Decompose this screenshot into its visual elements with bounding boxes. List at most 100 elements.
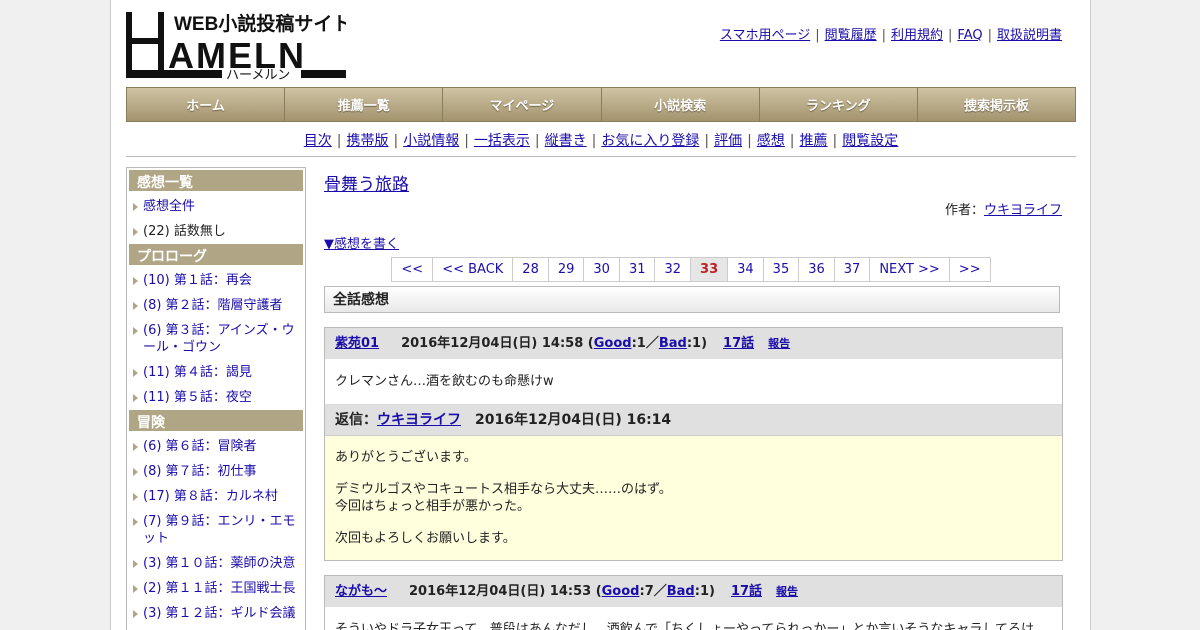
page-link[interactable]: 36: [798, 257, 835, 282]
report-link[interactable]: 報告: [776, 585, 798, 598]
link-separator: |: [393, 133, 399, 149]
sidebar-item-link[interactable]: 感想全件: [143, 199, 195, 214]
sidebar-item-link[interactable]: (6) 第３話：アインズ・ウール・ゴウン: [143, 323, 295, 355]
link-separator: |: [789, 133, 795, 149]
gnav-item[interactable]: 捜索掲示板: [917, 88, 1076, 121]
episode-link[interactable]: 17話: [731, 584, 762, 599]
page-link[interactable]: 32: [654, 257, 692, 282]
bad-link[interactable]: Bad: [659, 336, 687, 351]
gnav-item[interactable]: 小説検索: [601, 88, 760, 121]
comment: 紫苑01 2016年12月04日(日) 14:58 (Good:1／Bad:1) 1…: [324, 327, 1063, 561]
sidebar-heading: プロローグ: [129, 244, 303, 265]
page-link[interactable]: 28: [512, 257, 549, 282]
gnav-item[interactable]: 推薦一覧: [285, 88, 444, 121]
top-link[interactable]: 閲覧履歴: [825, 28, 877, 43]
top-link[interactable]: 利用規約: [891, 28, 943, 43]
subnav-link[interactable]: 縦書き: [545, 133, 587, 149]
comment-header: ながも～ 2016年12月04日(日) 14:53 (Good:7／Bad:1) 1…: [325, 576, 1062, 607]
sidebar-item[interactable]: (2) 第１１話：王国戦士長: [129, 576, 303, 601]
svg-text:ハーメルン: ハーメルン: [226, 67, 290, 80]
sidebar-item[interactable]: (3) 第１２話：ギルド会議: [129, 601, 303, 626]
good-link[interactable]: Good: [602, 584, 640, 599]
page-link[interactable]: << BACK: [432, 257, 514, 282]
subnav-link[interactable]: 閲覧設定: [842, 133, 898, 149]
top-link[interactable]: 取扱説明書: [997, 28, 1062, 43]
divider: [126, 156, 1076, 157]
link-separator: |: [948, 28, 953, 43]
sidebar-item-link[interactable]: (8) 第２話：階層守護者: [143, 298, 283, 313]
reply-author-link[interactable]: ウキヨライフ: [377, 412, 461, 428]
gnav-item[interactable]: ホーム: [127, 88, 286, 121]
page-link[interactable]: 29: [547, 257, 585, 282]
sidebar-item-link[interactable]: (8) 第７話：初仕事: [143, 464, 257, 479]
sidebar-item-link[interactable]: (3) 第１２話：ギルド会議: [143, 606, 296, 621]
good-count: 1: [636, 336, 646, 351]
comment-header: 紫苑01 2016年12月04日(日) 14:58 (Good:1／Bad:1) 1…: [325, 328, 1062, 359]
sidebar-item-link[interactable]: (10) 第１話：再会: [143, 273, 252, 288]
sidebar-item-link[interactable]: (11) 第４話：謁見: [143, 365, 252, 380]
comment-date: 2016年12月04日(日) 14:58: [401, 336, 584, 351]
sidebar-item[interactable]: (17) 第８話：カルネ村: [129, 484, 303, 509]
link-separator: |: [987, 28, 992, 43]
subnav-link[interactable]: 感想: [757, 133, 785, 149]
page-link[interactable]: 37: [833, 257, 871, 282]
subnav-link[interactable]: 目次: [304, 133, 332, 149]
write-comment-link[interactable]: ▼感想を書く: [324, 237, 399, 252]
subnav-link[interactable]: 評価: [714, 133, 742, 149]
page-link[interactable]: NEXT >>: [869, 257, 950, 282]
page-link[interactable]: >>: [948, 257, 991, 282]
sidebar-item-link[interactable]: (7) 第９話：エンリ・エモット: [143, 514, 296, 546]
sidebar-item[interactable]: (10) 第１話：再会: [129, 268, 303, 293]
comment-meta: 2016年12月04日(日) 14:53 (Good:7／Bad:1): [409, 584, 715, 599]
sidebar-item[interactable]: (6) 第３話：アインズ・ウール・ゴウン: [129, 318, 303, 360]
link-separator: |: [591, 133, 597, 149]
sidebar-item[interactable]: (3) 第１０話：薬師の決意: [129, 551, 303, 576]
subnav-link[interactable]: 一括表示: [474, 133, 530, 149]
comment-meta: 2016年12月04日(日) 14:58 (Good:1／Bad:1): [401, 336, 708, 351]
commenter-name[interactable]: ながも～: [335, 584, 387, 599]
sidebar-item[interactable]: (8) 第７話：初仕事: [129, 459, 303, 484]
subnav-link[interactable]: お気に入り登録: [601, 133, 699, 149]
sidebar-item-link[interactable]: (6) 第６話：冒険者: [143, 439, 257, 454]
sidebar-item-link[interactable]: (3) 第１０話：薬師の決意: [143, 556, 296, 571]
comment-body: そういやドラ子女王って、普段はあんなだし、酒飲んで「ちくしょーやってられっかー」…: [335, 622, 1035, 630]
reply-paragraph: デミウルゴスやコキュートス相手なら大丈夫……のはず。 今回はちょっと相手が悪かった…: [335, 482, 672, 514]
good-link[interactable]: Good: [594, 336, 632, 351]
top-link[interactable]: FAQ: [957, 28, 982, 43]
hameln-logo[interactable]: WEB小説投稿サイト AMELN ハーメルン: [126, 8, 346, 80]
sidebar-item-link[interactable]: (2) 第１１話：王国戦士長: [143, 581, 296, 596]
author-link[interactable]: ウキヨライフ: [984, 203, 1062, 218]
reply-date: 2016年12月04日(日) 16:14: [475, 412, 672, 428]
bad-count: 1: [699, 584, 709, 599]
subnav-link[interactable]: 携帯版: [346, 133, 388, 149]
page-link[interactable]: 30: [583, 257, 620, 282]
subnav-link[interactable]: 小説情報: [403, 133, 459, 149]
main-content: 骨舞う旅路 作者：ウキヨライフ ▼感想を書く << << BACK 28 29 30 31…: [324, 167, 1063, 630]
subnav-link[interactable]: 推薦: [800, 133, 828, 149]
novel-title[interactable]: 骨舞う旅路: [324, 175, 409, 195]
commenter-name[interactable]: 紫苑01: [335, 336, 379, 351]
sub-nav: 目次 | 携帯版 | 小説情報 | 一括表示 | 縦書き | お気に入り登録 | 評価 | 感想 | 推薦 | 閲覧…: [126, 130, 1076, 150]
page-link[interactable]: 31: [618, 257, 656, 282]
episode-link[interactable]: 17話: [723, 336, 754, 351]
top-link[interactable]: スマホ用ページ: [720, 28, 810, 43]
sidebar-item[interactable]: 感想全件: [129, 194, 303, 219]
svg-text:WEB小説投稿サイト: WEB小説投稿サイト: [174, 12, 346, 35]
sidebar-item-link[interactable]: (11) 第５話：夜空: [143, 390, 252, 405]
sidebar-item[interactable]: (6) 第６話：冒険者: [129, 434, 303, 459]
bad-link[interactable]: Bad: [667, 584, 695, 599]
page-link[interactable]: 34: [727, 257, 764, 282]
sidebar-item-link[interactable]: (17) 第８話：カルネ村: [143, 489, 278, 504]
gnav-item[interactable]: ランキング: [759, 88, 918, 121]
top-links: スマホ用ページ | 閲覧履歴 | 利用規約 | FAQ | 取扱説明書: [720, 24, 1062, 43]
page-link[interactable]: <<: [391, 257, 434, 282]
page-link[interactable]: 35: [762, 257, 800, 282]
comment-date: 2016年12月04日(日) 14:53: [409, 584, 592, 599]
report-link[interactable]: 報告: [768, 337, 790, 350]
gnav-item[interactable]: マイページ: [443, 88, 602, 121]
sidebar-item[interactable]: (11) 第４話：謁見: [129, 360, 303, 385]
reply-label: 返信：: [335, 412, 377, 428]
sidebar-item[interactable]: (8) 第２話：階層守護者: [129, 293, 303, 318]
sidebar-item[interactable]: (7) 第９話：エンリ・エモット: [129, 509, 303, 551]
sidebar-item[interactable]: (11) 第５話：夜空: [129, 385, 303, 410]
